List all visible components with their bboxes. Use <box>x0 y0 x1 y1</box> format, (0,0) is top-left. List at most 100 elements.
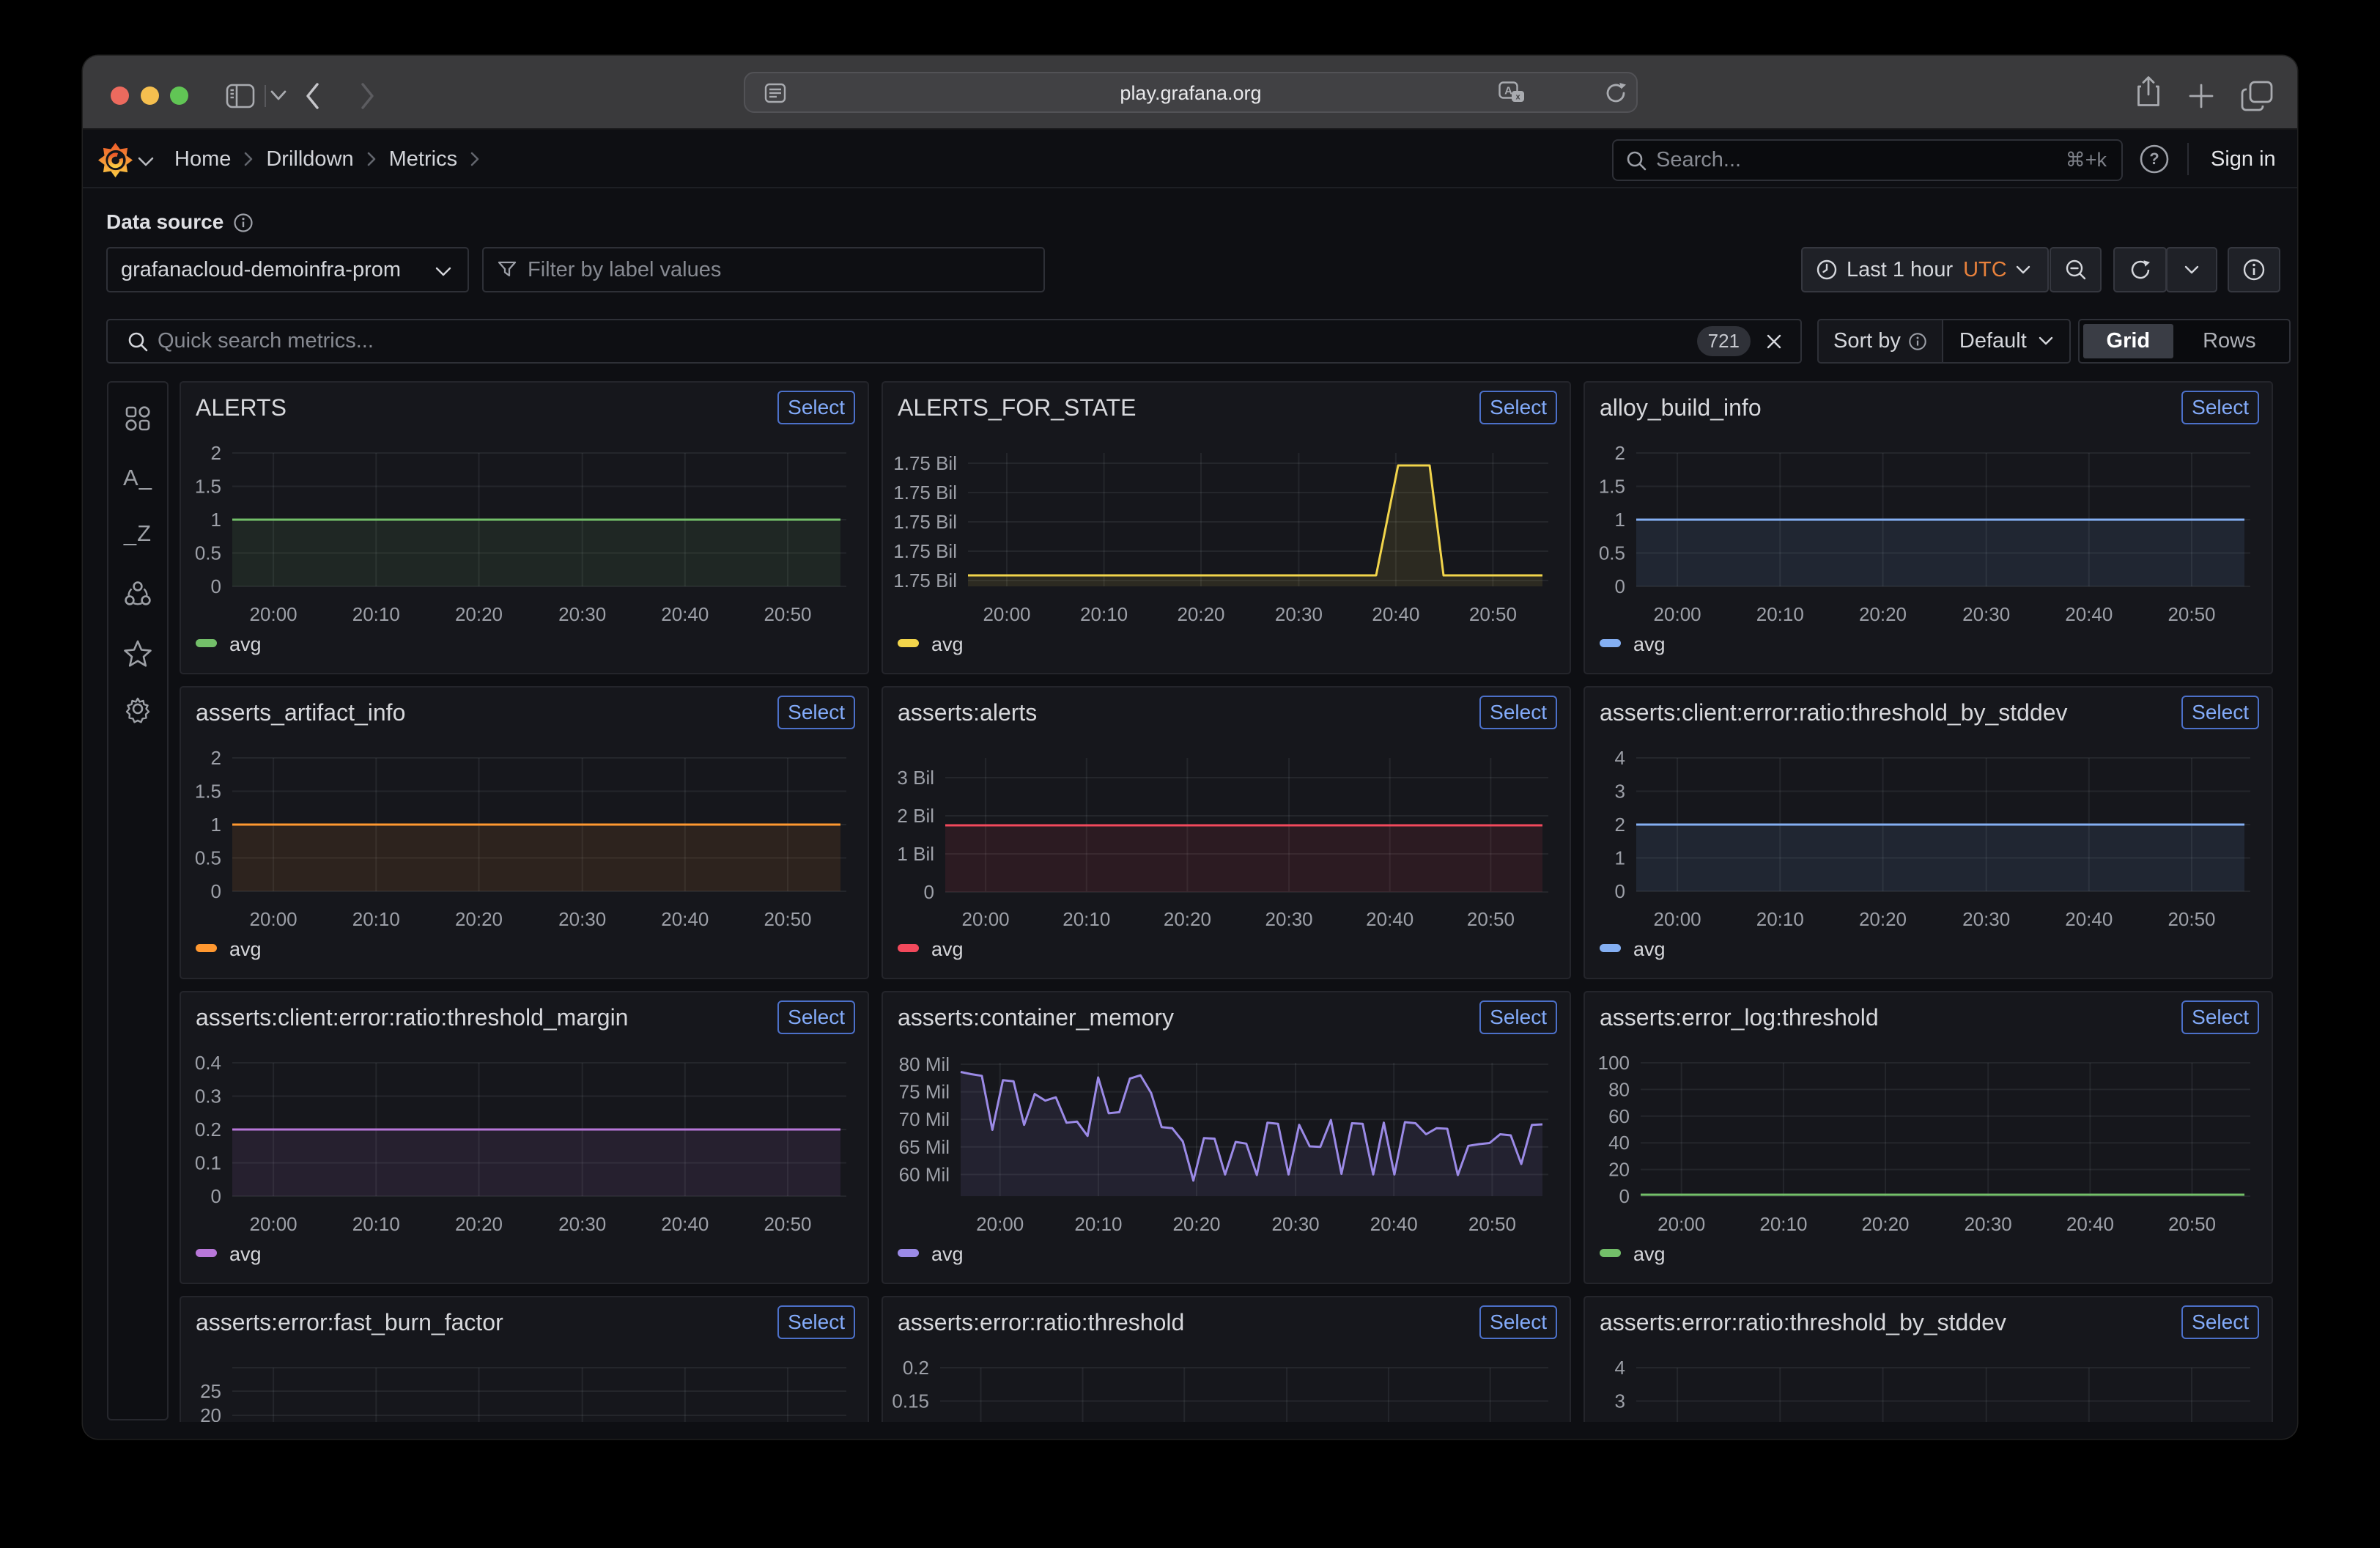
svg-text:20:10: 20:10 <box>352 908 400 930</box>
svg-text:0.2: 0.2 <box>903 1357 929 1379</box>
svg-text:20:40: 20:40 <box>2066 1213 2114 1235</box>
svg-text:20:10: 20:10 <box>1756 603 1804 625</box>
svg-text:avg: avg <box>229 938 262 960</box>
svg-text:20:40: 20:40 <box>2065 908 2113 930</box>
svg-text:20:30: 20:30 <box>1962 603 2010 625</box>
svg-text:x: x <box>1515 93 1520 102</box>
svg-text:20:20: 20:20 <box>455 1213 503 1235</box>
svg-text:20:40: 20:40 <box>1370 1213 1418 1235</box>
svg-text:20:30: 20:30 <box>558 1213 606 1235</box>
svg-text:20:50: 20:50 <box>764 908 811 930</box>
svg-text:20:30: 20:30 <box>1272 1213 1320 1235</box>
svg-text:1.5: 1.5 <box>195 476 221 498</box>
svg-text:avg: avg <box>1633 633 1666 655</box>
svg-text:2: 2 <box>1615 814 1625 836</box>
svg-text:3: 3 <box>1615 781 1625 803</box>
svg-text:20:30: 20:30 <box>558 603 606 625</box>
svg-text:80: 80 <box>1608 1078 1630 1100</box>
svg-text:0.3: 0.3 <box>195 1086 221 1107</box>
svg-text:20:30: 20:30 <box>1965 1213 2012 1235</box>
svg-text:20: 20 <box>200 1404 221 1422</box>
svg-text:avg: avg <box>931 633 964 655</box>
svg-text:avg: avg <box>931 1243 964 1265</box>
svg-text:75 Mil: 75 Mil <box>899 1081 950 1103</box>
svg-text:60: 60 <box>1608 1105 1630 1127</box>
svg-text:20:30: 20:30 <box>1962 908 2010 930</box>
svg-text:1.75 Bil: 1.75 Bil <box>893 540 957 562</box>
svg-text:1.5: 1.5 <box>1599 476 1625 498</box>
svg-text:1: 1 <box>211 814 221 836</box>
svg-text:0: 0 <box>211 880 221 902</box>
svg-text:20:50: 20:50 <box>2168 908 2215 930</box>
svg-text:20:00: 20:00 <box>250 908 298 930</box>
svg-text:avg: avg <box>229 633 262 655</box>
svg-text:20:40: 20:40 <box>1366 908 1413 930</box>
svg-text:1.75 Bil: 1.75 Bil <box>893 452 957 474</box>
svg-text:20:20: 20:20 <box>455 603 503 625</box>
svg-text:0: 0 <box>924 881 934 903</box>
svg-text:20:10: 20:10 <box>1062 908 1110 930</box>
svg-text:20:20: 20:20 <box>1859 603 1907 625</box>
svg-text:1: 1 <box>211 509 221 531</box>
svg-text:20:50: 20:50 <box>764 603 811 625</box>
svg-text:100: 100 <box>1598 1052 1630 1074</box>
svg-text:65 Mil: 65 Mil <box>899 1136 950 1158</box>
svg-text:20:40: 20:40 <box>661 603 709 625</box>
svg-text:1: 1 <box>1615 509 1625 531</box>
svg-text:4: 4 <box>1615 747 1625 769</box>
svg-text:0.5: 0.5 <box>1599 542 1625 564</box>
svg-text:0.15: 0.15 <box>892 1390 929 1412</box>
svg-text:0.4: 0.4 <box>195 1052 221 1074</box>
svg-text:2: 2 <box>211 442 221 464</box>
svg-text:4: 4 <box>1615 1357 1625 1379</box>
svg-text:20:20: 20:20 <box>1861 1213 1909 1235</box>
svg-text:A: A <box>1504 85 1512 97</box>
svg-text:0.2: 0.2 <box>195 1118 221 1140</box>
svg-text:0.5: 0.5 <box>195 542 221 564</box>
svg-text:avg: avg <box>1633 938 1666 960</box>
svg-text:20:00: 20:00 <box>1658 1213 1705 1235</box>
svg-text:20:10: 20:10 <box>1074 1213 1122 1235</box>
svg-text:20:50: 20:50 <box>1468 1213 1516 1235</box>
svg-text:0: 0 <box>1619 1185 1630 1207</box>
svg-text:?: ? <box>2149 150 2159 168</box>
svg-text:1.5: 1.5 <box>195 781 221 803</box>
svg-text:20:40: 20:40 <box>661 1213 709 1235</box>
svg-text:20:10: 20:10 <box>1756 908 1804 930</box>
svg-text:20:40: 20:40 <box>1372 603 1419 625</box>
svg-text:20:00: 20:00 <box>962 908 1010 930</box>
svg-text:25: 25 <box>200 1380 221 1402</box>
svg-text:20:10: 20:10 <box>1080 603 1128 625</box>
svg-text:20:10: 20:10 <box>352 1213 400 1235</box>
svg-text:20:50: 20:50 <box>1469 603 1517 625</box>
svg-text:avg: avg <box>229 1243 262 1265</box>
svg-text:20:30: 20:30 <box>1275 603 1323 625</box>
svg-text:80 Mil: 80 Mil <box>899 1053 950 1075</box>
svg-text:20:20: 20:20 <box>1859 908 1907 930</box>
svg-text:20: 20 <box>1608 1159 1630 1181</box>
svg-text:20:40: 20:40 <box>661 908 709 930</box>
svg-text:3: 3 <box>1615 1390 1625 1412</box>
svg-text:20:30: 20:30 <box>558 908 606 930</box>
svg-text:20:50: 20:50 <box>2168 1213 2216 1235</box>
svg-text:0: 0 <box>211 1185 221 1207</box>
svg-text:20:20: 20:20 <box>455 908 503 930</box>
svg-text:20:00: 20:00 <box>250 603 298 625</box>
svg-text:20:50: 20:50 <box>1467 908 1515 930</box>
svg-text:70 Mil: 70 Mil <box>899 1108 950 1130</box>
svg-text:2: 2 <box>211 747 221 769</box>
svg-text:20:20: 20:20 <box>1164 908 1211 930</box>
svg-text:40: 40 <box>1608 1132 1630 1154</box>
svg-text:1.75 Bil: 1.75 Bil <box>893 570 957 591</box>
svg-text:2 Bil: 2 Bil <box>897 805 934 827</box>
svg-text:20:00: 20:00 <box>250 1213 298 1235</box>
svg-text:20:00: 20:00 <box>976 1213 1024 1235</box>
svg-text:20:20: 20:20 <box>1172 1213 1220 1235</box>
svg-text:0: 0 <box>1615 880 1625 902</box>
svg-text:3 Bil: 3 Bil <box>897 767 934 789</box>
svg-text:20:50: 20:50 <box>2168 603 2215 625</box>
svg-text:0: 0 <box>1615 575 1625 597</box>
svg-text:60 Mil: 60 Mil <box>899 1163 950 1185</box>
svg-text:avg: avg <box>931 938 964 960</box>
svg-text:20:00: 20:00 <box>983 603 1030 625</box>
